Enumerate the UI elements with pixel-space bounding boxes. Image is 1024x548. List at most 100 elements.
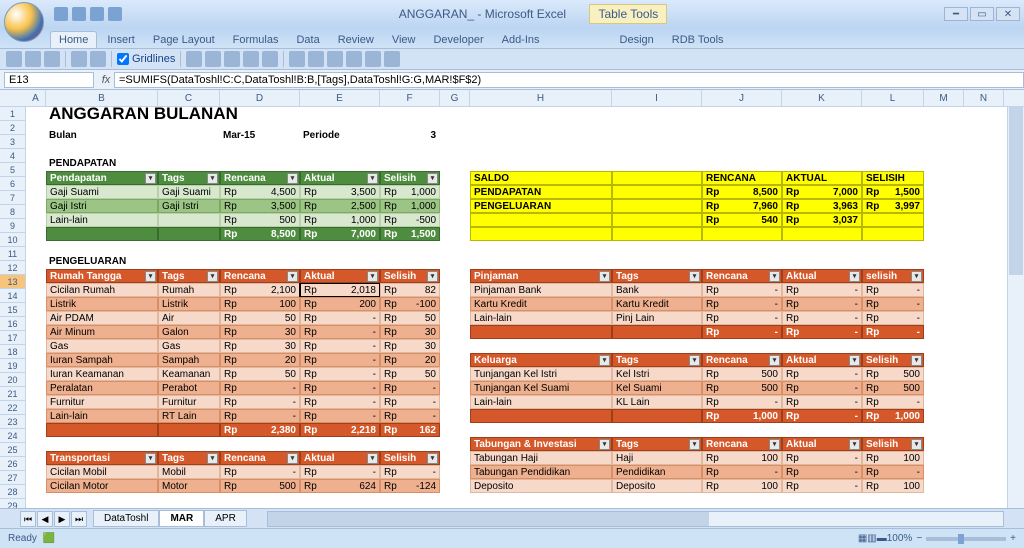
filter-dropdown[interactable]: ▾ (287, 173, 298, 184)
ribbon-tab-view[interactable]: View (384, 32, 424, 48)
toolbar-icon[interactable] (243, 51, 259, 67)
ribbon-tab-formulas[interactable]: Formulas (225, 32, 287, 48)
minimize-button[interactable]: ━ (944, 7, 968, 21)
row-header[interactable]: 17 (0, 331, 26, 345)
view-layout-icon[interactable]: ▥ (867, 533, 876, 544)
col-header[interactable]: I (612, 90, 702, 106)
toolbar-icon[interactable] (365, 51, 381, 67)
ribbon-tab-review[interactable]: Review (330, 32, 382, 48)
horizontal-scrollbar[interactable] (267, 511, 1004, 527)
filter-dropdown[interactable]: ▾ (427, 453, 438, 464)
ribbon-tab-rdb-tools[interactable]: RDB Tools (664, 32, 732, 48)
col-header[interactable]: F (380, 90, 440, 106)
row-header[interactable]: 7 (0, 191, 26, 205)
toolbar-icon[interactable] (44, 51, 60, 67)
filter-dropdown[interactable]: ▾ (287, 271, 298, 282)
row-header[interactable]: 25 (0, 443, 26, 457)
toolbar-icon[interactable] (327, 51, 343, 67)
ribbon-tab-developer[interactable]: Developer (425, 32, 491, 48)
filter-dropdown[interactable]: ▾ (287, 453, 298, 464)
col-header[interactable]: E (300, 90, 380, 106)
filter-dropdown[interactable]: ▾ (145, 453, 156, 464)
filter-dropdown[interactable]: ▾ (689, 271, 700, 282)
col-header[interactable]: M (924, 90, 964, 106)
maximize-button[interactable]: ▭ (970, 7, 994, 21)
col-header[interactable]: A (26, 90, 46, 106)
row-header[interactable]: 5 (0, 163, 26, 177)
office-button[interactable] (4, 2, 44, 42)
toolbar-icon[interactable] (289, 51, 305, 67)
row-header[interactable]: 14 (0, 289, 26, 303)
row-header[interactable]: 13 (0, 275, 26, 289)
row-header[interactable]: 8 (0, 205, 26, 219)
filter-dropdown[interactable]: ▾ (207, 173, 218, 184)
formula-input[interactable] (114, 72, 1024, 88)
ribbon-tab-page-layout[interactable]: Page Layout (145, 32, 223, 48)
row-header[interactable]: 19 (0, 359, 26, 373)
toolbar-icon[interactable] (346, 51, 362, 67)
row-header[interactable]: 28 (0, 485, 26, 499)
tab-nav-prev[interactable]: ◀ (37, 511, 53, 527)
filter-dropdown[interactable]: ▾ (689, 439, 700, 450)
filter-dropdown[interactable]: ▾ (769, 271, 780, 282)
filter-dropdown[interactable]: ▾ (769, 355, 780, 366)
toolbar-icon[interactable] (71, 51, 87, 67)
quick-access-toolbar[interactable] (54, 7, 122, 21)
view-normal-icon[interactable]: ▦ (858, 533, 867, 544)
filter-dropdown[interactable]: ▾ (689, 355, 700, 366)
col-header[interactable]: L (862, 90, 924, 106)
col-header[interactable]: N (964, 90, 1004, 106)
filter-dropdown[interactable]: ▾ (599, 355, 610, 366)
toolbar-icon[interactable] (205, 51, 221, 67)
row-header[interactable]: 3 (0, 135, 26, 149)
row-header[interactable]: 24 (0, 429, 26, 443)
gridlines-checkbox[interactable]: Gridlines (117, 53, 175, 65)
row-header[interactable]: 22 (0, 401, 26, 415)
row-header[interactable]: 9 (0, 219, 26, 233)
row-header[interactable]: 10 (0, 233, 26, 247)
sheet-tab-datatoshl[interactable]: DataToshl (93, 510, 159, 527)
close-button[interactable]: ✕ (996, 7, 1020, 21)
filter-dropdown[interactable]: ▾ (367, 173, 378, 184)
toolbar-icon[interactable] (384, 51, 400, 67)
filter-dropdown[interactable]: ▾ (145, 271, 156, 282)
filter-dropdown[interactable]: ▾ (911, 355, 922, 366)
row-header[interactable]: 23 (0, 415, 26, 429)
row-header[interactable]: 16 (0, 317, 26, 331)
filter-dropdown[interactable]: ▾ (367, 453, 378, 464)
col-header[interactable]: J (702, 90, 782, 106)
ribbon-tab-home[interactable]: Home (50, 31, 97, 48)
toolbar-icon[interactable] (25, 51, 41, 67)
filter-dropdown[interactable]: ▾ (599, 271, 610, 282)
row-header[interactable]: 6 (0, 177, 26, 191)
tab-nav-last[interactable]: ⏭ (71, 511, 87, 527)
filter-dropdown[interactable]: ▾ (849, 271, 860, 282)
toolbar-icon[interactable] (262, 51, 278, 67)
row-header[interactable]: 1 (0, 107, 26, 121)
row-header[interactable]: 4 (0, 149, 26, 163)
tab-nav-next[interactable]: ▶ (54, 511, 70, 527)
zoom-control[interactable]: 100% −+ (887, 533, 1016, 544)
view-break-icon[interactable]: ▬ (877, 533, 887, 544)
row-header[interactable]: 26 (0, 457, 26, 471)
filter-dropdown[interactable]: ▾ (367, 271, 378, 282)
filter-dropdown[interactable]: ▾ (207, 453, 218, 464)
filter-dropdown[interactable]: ▾ (911, 271, 922, 282)
row-header[interactable]: 11 (0, 247, 26, 261)
toolbar-icon[interactable] (308, 51, 324, 67)
filter-dropdown[interactable]: ▾ (427, 173, 438, 184)
filter-dropdown[interactable]: ▾ (769, 439, 780, 450)
row-header[interactable]: 27 (0, 471, 26, 485)
name-box[interactable] (4, 72, 94, 88)
row-header[interactable]: 20 (0, 373, 26, 387)
sheet-tab-apr[interactable]: APR (204, 510, 247, 527)
toolbar-icon[interactable] (6, 51, 22, 67)
ribbon-tab-data[interactable]: Data (288, 32, 327, 48)
fx-icon[interactable]: fx (98, 74, 114, 86)
worksheet[interactable]: ABCDEFGHIJKLMN 1234567891011121314151617… (0, 90, 1024, 526)
tab-nav-first[interactable]: ⏮ (20, 511, 36, 527)
col-header[interactable]: G (440, 90, 470, 106)
filter-dropdown[interactable]: ▾ (599, 439, 610, 450)
filter-dropdown[interactable]: ▾ (849, 439, 860, 450)
row-header[interactable]: 18 (0, 345, 26, 359)
